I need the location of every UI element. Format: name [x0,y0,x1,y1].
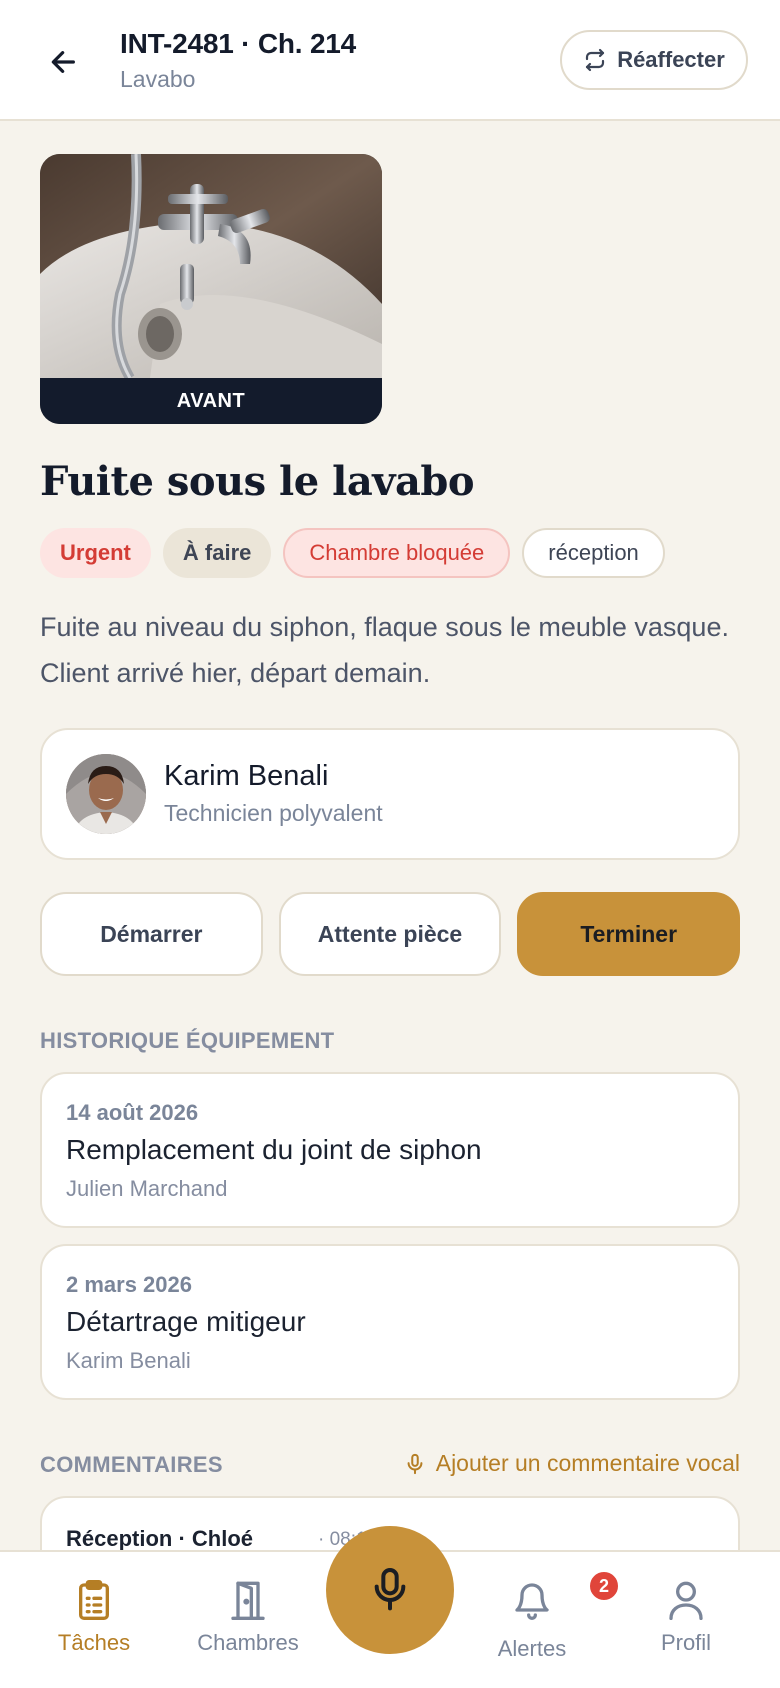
status-actions: Démarrer Attente pièce Terminer [40,892,741,976]
nav-alerts-label: Alertes [497,1636,567,1661]
page-subtitle: Lavabo [120,66,196,92]
task-description: Fuite au niveau du siphon, flaque sous l… [40,612,729,688]
history-author: Karim Benali [66,1348,191,1373]
assignee-card[interactable]: Karim Benali Technicien polyvalent [40,728,740,860]
comments-section-label: COMMENTAIRES [40,1452,223,1477]
nav-rooms[interactable]: Chambres [178,1578,318,1656]
microphone-icon [407,1453,423,1474]
nav-profile[interactable]: Profil [616,1578,756,1656]
source-badge: réception [522,528,665,578]
history-item[interactable]: 14 août 2026 Remplacement du joint de si… [40,1072,740,1228]
history-item[interactable]: 2 mars 2026 Détartrage mitigeur Karim Be… [40,1244,740,1400]
wait-part-button[interactable]: Attente pièce [278,892,502,976]
reassign-label: Réaffecter [617,47,725,72]
bell-wrapper: 2 [512,1570,620,1628]
repeat-icon [586,48,605,72]
avatar [66,754,146,834]
sink-faucet-image [40,154,382,381]
nav-alerts[interactable]: 2 Alertes [462,1570,620,1662]
nav-tasks[interactable]: Tâches [24,1578,164,1656]
nav-rooms-label: Chambres [197,1630,299,1655]
clipboard-icon [79,1580,109,1620]
back-button[interactable] [40,38,88,86]
door-icon [231,1581,265,1620]
start-button[interactable]: Démarrer [40,892,263,976]
task-title: Fuite sous le lavabo [40,458,475,505]
nav-tasks-label: Tâches [57,1630,131,1655]
arrow-left-icon [51,51,75,73]
nav-profile-label: Profil [660,1630,712,1655]
history-date: 14 août 2026 [66,1100,199,1125]
history-author: Julien Marchand [66,1176,228,1201]
top-bar: INT-2481 · Ch. 214 Lavabo Réaffecter [0,0,780,121]
user-icon [669,1581,703,1620]
reassign-button[interactable]: Réaffecter [560,30,748,90]
finish-button[interactable]: Terminer [517,892,741,976]
assignee-name: Karim Benali [164,760,329,792]
priority-badge: Urgent [40,528,151,578]
status-badge: À faire [162,528,272,578]
history-section-label: HISTORIQUE ÉQUIPEMENT [40,1028,335,1053]
history-title: Détartrage mitigeur [66,1306,306,1337]
assignee-role: Technicien polyvalent [164,800,383,826]
history-title: Remplacement du joint de siphon [66,1134,482,1165]
history-date: 2 mars 2026 [66,1272,192,1297]
room-blocked-badge: Chambre bloquée [283,528,511,578]
before-photo[interactable]: AVANT [40,154,382,424]
voice-record-button[interactable] [326,1526,454,1654]
bell-icon [515,1583,549,1620]
person-photo-icon [66,754,146,834]
tag-list: Urgent À faire Chambre bloquée réception [40,528,665,578]
microphone-icon [374,1568,406,1611]
add-voice-comment-link[interactable]: Ajouter un commentaire vocal [404,1450,740,1477]
comment-author: Réception · Chloé [66,1526,254,1551]
add-voice-comment-label: Ajouter un commentaire vocal [435,1450,740,1476]
page-title: INT-2481 · Ch. 214 [120,28,357,59]
photo-label: AVANT [40,378,382,424]
